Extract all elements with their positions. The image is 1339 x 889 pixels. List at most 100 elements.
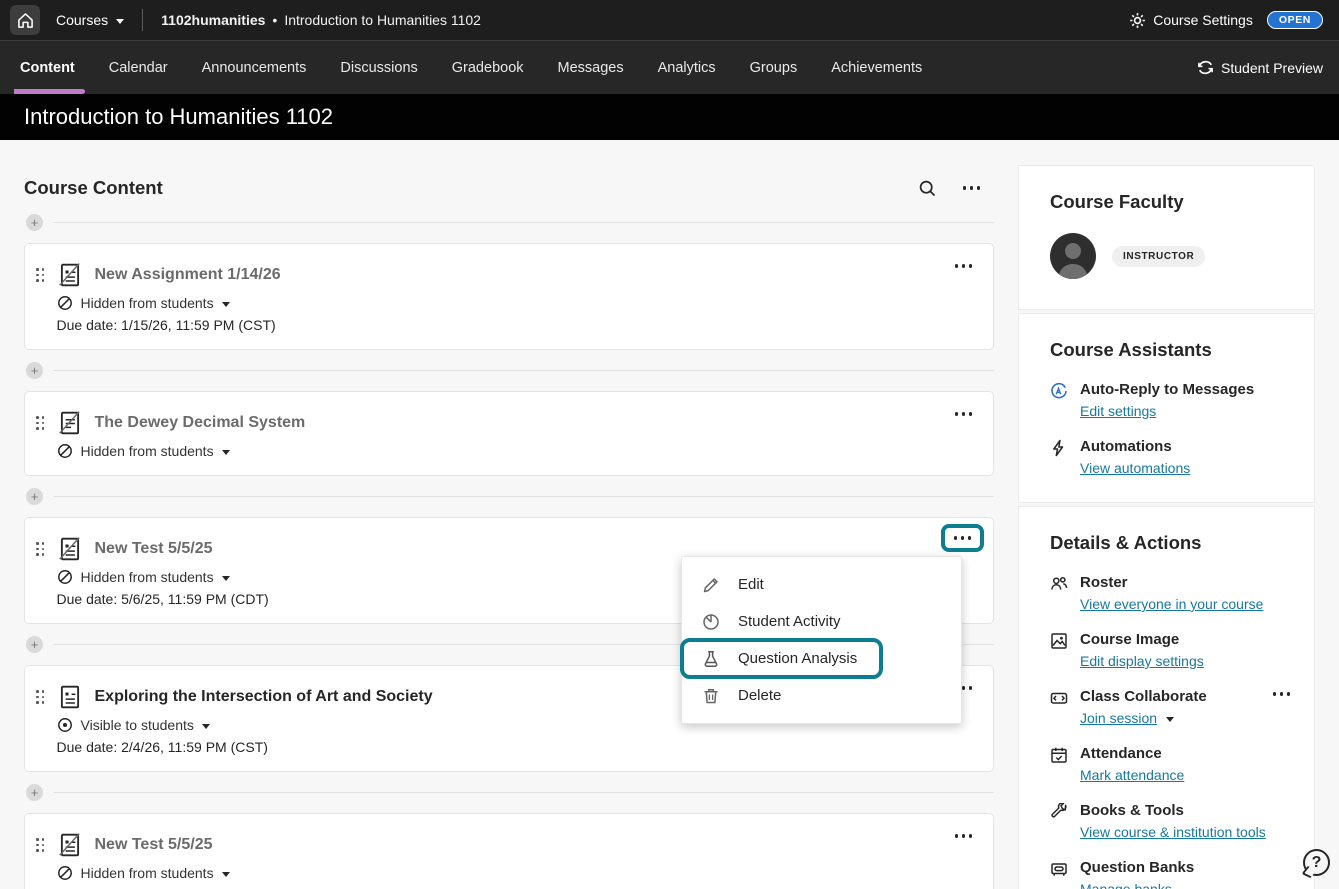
drag-handle-icon[interactable] [36, 268, 45, 282]
content-header-actions [918, 179, 995, 198]
student-preview-button[interactable]: Student Preview [1197, 59, 1323, 76]
visibility-selector[interactable]: Hidden from students [57, 443, 306, 459]
calendar-check-icon [1050, 746, 1068, 764]
open-status-badge[interactable]: OPEN [1267, 11, 1323, 30]
item-body: Exploring the Intersection of Art and So… [57, 684, 433, 755]
roster-title: Roster [1080, 574, 1263, 591]
flask-icon [702, 649, 721, 668]
menu-item-delete[interactable]: Delete [682, 677, 961, 714]
add-content-button[interactable]: + [26, 636, 43, 653]
course-content-header: Course Content [24, 177, 994, 199]
attendance-item: Attendance Mark attendance [1050, 745, 1290, 783]
tab-discussions[interactable]: Discussions [340, 41, 417, 94]
content-item-title[interactable]: New Test 5/5/25 [95, 836, 213, 854]
breadcrumb: 1102humanities • Introduction to Humanit… [161, 12, 481, 28]
course-content-heading: Course Content [24, 177, 163, 199]
item-menu-button-active[interactable] [941, 524, 985, 552]
tab-calendar[interactable]: Calendar [109, 41, 168, 94]
menu-item-label: Edit [738, 576, 764, 593]
student-preview-label: Student Preview [1221, 60, 1323, 76]
mark-attendance-link[interactable]: Mark attendance [1080, 767, 1184, 783]
visibility-selector[interactable]: Visible to students [57, 717, 433, 733]
caret-down-icon [222, 450, 230, 455]
edit-settings-link[interactable]: Edit settings [1080, 403, 1254, 419]
content-item-title[interactable]: Exploring the Intersection of Art and So… [95, 688, 433, 706]
menu-item-label: Student Activity [738, 613, 841, 630]
menu-item-question-analysis[interactable]: Question Analysis [680, 638, 883, 679]
view-tools-link[interactable]: View course & institution tools [1080, 824, 1266, 840]
breadcrumb-separator: • [272, 12, 277, 28]
drag-handle-icon[interactable] [36, 542, 45, 556]
tab-gradebook[interactable]: Gradebook [452, 41, 524, 94]
tab-messages[interactable]: Messages [558, 41, 624, 94]
add-content-button[interactable]: + [26, 488, 43, 505]
visibility-selector[interactable]: Hidden from students [57, 295, 281, 311]
eye-icon [57, 717, 73, 733]
gear-icon [1129, 12, 1146, 29]
visibility-selector[interactable]: Hidden from students [57, 569, 269, 585]
item-menu-button[interactable] [950, 406, 978, 422]
add-content-button[interactable]: + [26, 784, 43, 801]
drag-handle-icon[interactable] [36, 416, 45, 430]
view-automations-link[interactable]: View automations [1080, 460, 1190, 476]
course-image-title: Course Image [1080, 631, 1204, 648]
help-icon[interactable]: ? [1303, 849, 1330, 876]
instructor-avatar[interactable] [1050, 233, 1096, 279]
due-date-text: Due date: 1/15/26, 11:59 PM (CST) [57, 317, 281, 333]
content-item-title[interactable]: New Assignment 1/14/26 [95, 266, 281, 284]
faculty-row: INSTRUCTOR [1050, 233, 1290, 279]
divider [142, 9, 143, 31]
details-actions-card: Details & Actions Roster View everyone i… [1018, 506, 1315, 889]
content-item-title[interactable]: New Test 5/5/25 [95, 540, 213, 558]
content-item-card: New Test 5/5/25 Hidden from students Due… [24, 813, 994, 889]
course-settings-button[interactable]: Course Settings [1129, 12, 1253, 29]
join-session-link[interactable]: Join session [1080, 710, 1157, 726]
pencil-icon [702, 575, 721, 594]
drag-handle-icon[interactable] [36, 690, 45, 704]
item-body: The Dewey Decimal System Hidden from stu… [57, 410, 306, 459]
document-hidden-icon [57, 410, 83, 436]
main-area: Course Content + [0, 140, 1339, 889]
tab-achievements[interactable]: Achievements [831, 41, 922, 94]
tab-announcements[interactable]: Announcements [202, 41, 307, 94]
visibility-label: Hidden from students [81, 295, 214, 311]
search-button[interactable] [918, 179, 937, 198]
visibility-label: Hidden from students [81, 569, 214, 585]
caret-down-icon [1166, 717, 1174, 722]
search-icon [918, 179, 937, 198]
item-menu-button[interactable] [950, 258, 978, 274]
content-item-card: The Dewey Decimal System Hidden from stu… [24, 391, 994, 476]
courses-dropdown[interactable]: Courses [56, 12, 124, 28]
manage-banks-link[interactable]: Manage banks [1080, 881, 1194, 889]
course-assistants-card: Course Assistants Auto-Reply to Messages… [1018, 313, 1315, 503]
visibility-selector[interactable]: Hidden from students [57, 865, 269, 881]
page-title-band: Introduction to Humanities 1102 [0, 94, 1339, 140]
content-item-title[interactable]: The Dewey Decimal System [95, 414, 306, 432]
menu-item-student-activity[interactable]: Student Activity [682, 603, 961, 640]
visibility-label: Hidden from students [81, 443, 214, 459]
image-icon [1050, 632, 1068, 650]
menu-item-edit[interactable]: Edit [682, 566, 961, 603]
people-icon [1050, 575, 1068, 593]
attendance-title: Attendance [1080, 745, 1184, 762]
breadcrumb-course-id[interactable]: 1102humanities [161, 12, 265, 28]
content-options-button[interactable] [963, 186, 981, 190]
class-collaborate-menu-button[interactable] [1273, 692, 1291, 696]
tab-analytics[interactable]: Analytics [658, 41, 716, 94]
item-menu-button[interactable] [950, 828, 978, 844]
tab-content[interactable]: Content [20, 41, 75, 94]
automations-title: Automations [1080, 438, 1190, 455]
auto-reply-item: Auto-Reply to Messages Edit settings [1050, 381, 1290, 419]
drag-handle-icon[interactable] [36, 838, 45, 852]
add-content-button[interactable]: + [26, 362, 43, 379]
menu-item-label: Delete [738, 687, 781, 704]
eye-slash-icon [57, 569, 73, 585]
video-session-icon [1050, 689, 1068, 707]
tab-groups[interactable]: Groups [750, 41, 798, 94]
view-everyone-link[interactable]: View everyone in your course [1080, 596, 1263, 612]
add-content-divider: + [24, 362, 994, 379]
home-button[interactable] [10, 5, 40, 35]
edit-display-settings-link[interactable]: Edit display settings [1080, 653, 1204, 669]
add-content-divider: + [24, 214, 994, 231]
add-content-button[interactable]: + [26, 214, 43, 231]
